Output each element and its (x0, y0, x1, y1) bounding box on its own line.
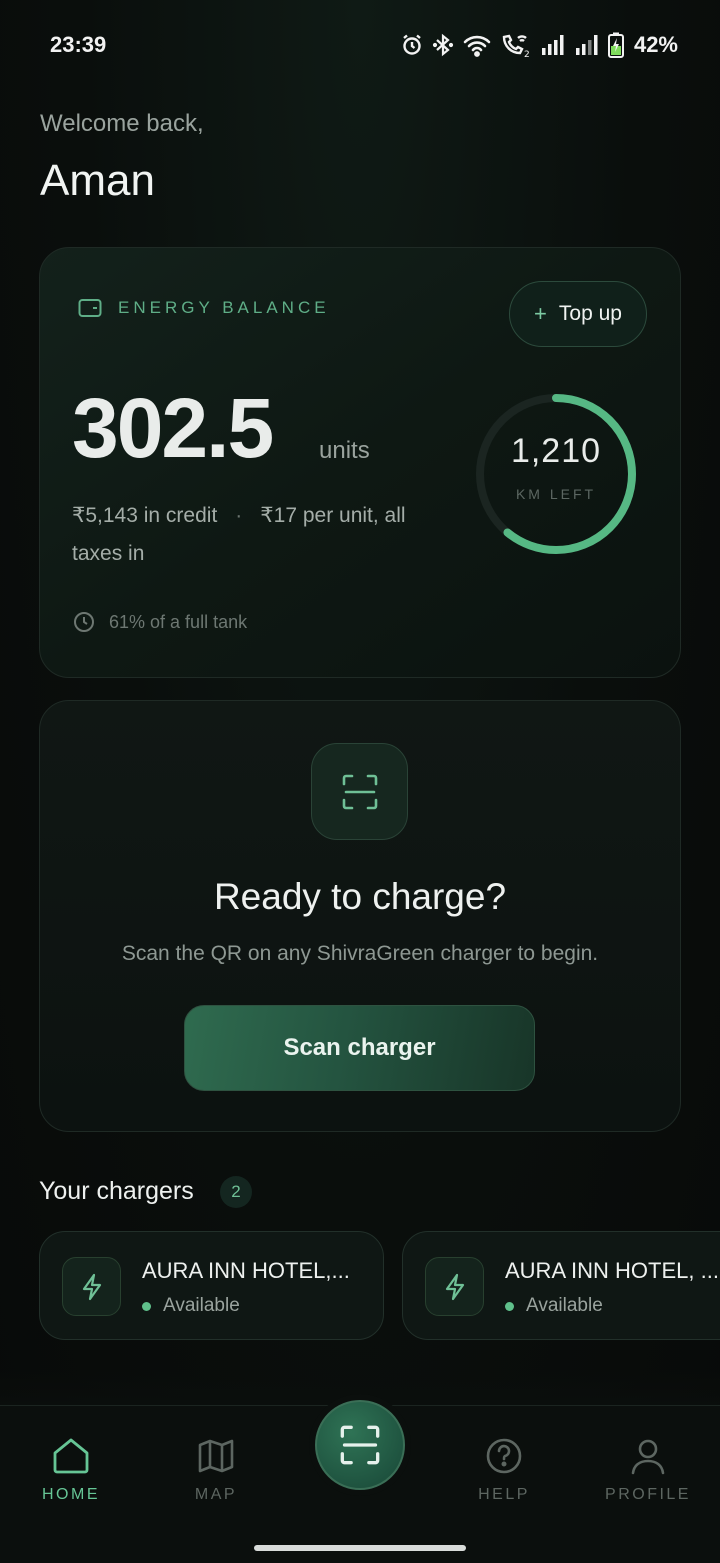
scan-fab-button[interactable] (315, 1400, 405, 1490)
signal-icon (575, 35, 598, 55)
charger-status-text: Available (526, 1295, 603, 1316)
home-icon (53, 1438, 89, 1474)
alarm-icon (403, 34, 421, 55)
battery-charging-icon (607, 32, 624, 58)
status-bar: 23:39 2 42% (0, 30, 720, 64)
plus-icon: + (534, 301, 547, 326)
charger-name: AURA INN HOTEL, ... (505, 1258, 719, 1283)
lightning-icon (82, 1273, 101, 1300)
top-up-button[interactable]: + Top up (509, 281, 647, 347)
units-value: 302.5 (72, 381, 274, 475)
km-left-label: KM LEFT (515, 486, 597, 502)
scan-icon (342, 774, 377, 809)
bolt-tile (62, 1257, 121, 1316)
credit-line: ₹5,143 in credit · ₹17 per unit, all taxes… (72, 497, 452, 573)
nav-profile[interactable]: PROFILE (593, 1436, 703, 1504)
bolt-tile (425, 1257, 484, 1316)
help-icon (486, 1438, 522, 1474)
charger-card[interactable]: AURA INN HOTEL,... Available (39, 1231, 384, 1340)
user-name: Aman (40, 156, 155, 205)
top-up-label: Top up (558, 302, 622, 325)
nav-map[interactable]: MAP (161, 1436, 271, 1504)
status-time: 23:39 (50, 32, 107, 57)
nav-help-label: HELP (478, 1486, 530, 1503)
map-icon (198, 1439, 234, 1473)
status-dot (505, 1301, 514, 1311)
km-left-value: 1,210 (510, 432, 602, 470)
scan-tile (311, 743, 408, 840)
bluetooth-icon (432, 33, 454, 57)
lightning-icon (445, 1273, 464, 1300)
scan-charger-button[interactable]: Scan charger (184, 1005, 535, 1091)
nav-home-label: HOME (42, 1486, 100, 1503)
ready-title: Ready to charge? (213, 876, 507, 917)
nav-home[interactable]: HOME (16, 1436, 126, 1504)
separator-dot: · (235, 504, 243, 527)
charger-status: Available (142, 1295, 240, 1317)
tank-note: 61% of a full tank (73, 611, 247, 633)
scan-icon (340, 1425, 380, 1465)
nav-map-label: MAP (194, 1486, 238, 1503)
app-screen: 23:39 2 42% Welcome back, Aman ENERGY BA… (0, 0, 720, 1563)
profile-icon (631, 1439, 665, 1475)
nav-help[interactable]: HELP (449, 1436, 559, 1504)
battery-percent: 42% (633, 32, 678, 57)
chargers-title: Your chargers (39, 1177, 194, 1205)
charger-status-text: Available (163, 1295, 240, 1316)
km-progress-ring (476, 394, 636, 554)
credit-amount: ₹5,143 in credit (72, 504, 218, 527)
units-word: units (319, 437, 370, 464)
energy-balance-title: ENERGY BALANCE (118, 298, 330, 317)
status-dot (142, 1301, 151, 1311)
signal-icon (541, 35, 564, 55)
ready-subtitle: Scan the QR on any ShivraGreen charger t… (121, 942, 599, 965)
status-icons: 2 42% (400, 32, 678, 58)
charger-status: Available (505, 1295, 603, 1317)
energy-balance-label: ENERGY BALANCE (78, 298, 330, 318)
welcome-text: Welcome back, (40, 110, 204, 137)
home-indicator-bar[interactable] (254, 1545, 466, 1551)
nav-profile-label: PROFILE (605, 1486, 691, 1503)
charger-name: AURA INN HOTEL,... (142, 1258, 350, 1283)
wifi-icon (463, 35, 491, 57)
charger-card[interactable]: AURA INN HOTEL, ... Available (402, 1231, 720, 1340)
chargers-count-badge: 2 (220, 1176, 252, 1208)
wallet-icon (78, 299, 102, 317)
svg-text:2: 2 (524, 50, 530, 58)
tank-note-text: 61% of a full tank (109, 611, 248, 632)
clock-icon (74, 612, 94, 632)
wifi-call-icon: 2 (502, 34, 530, 58)
